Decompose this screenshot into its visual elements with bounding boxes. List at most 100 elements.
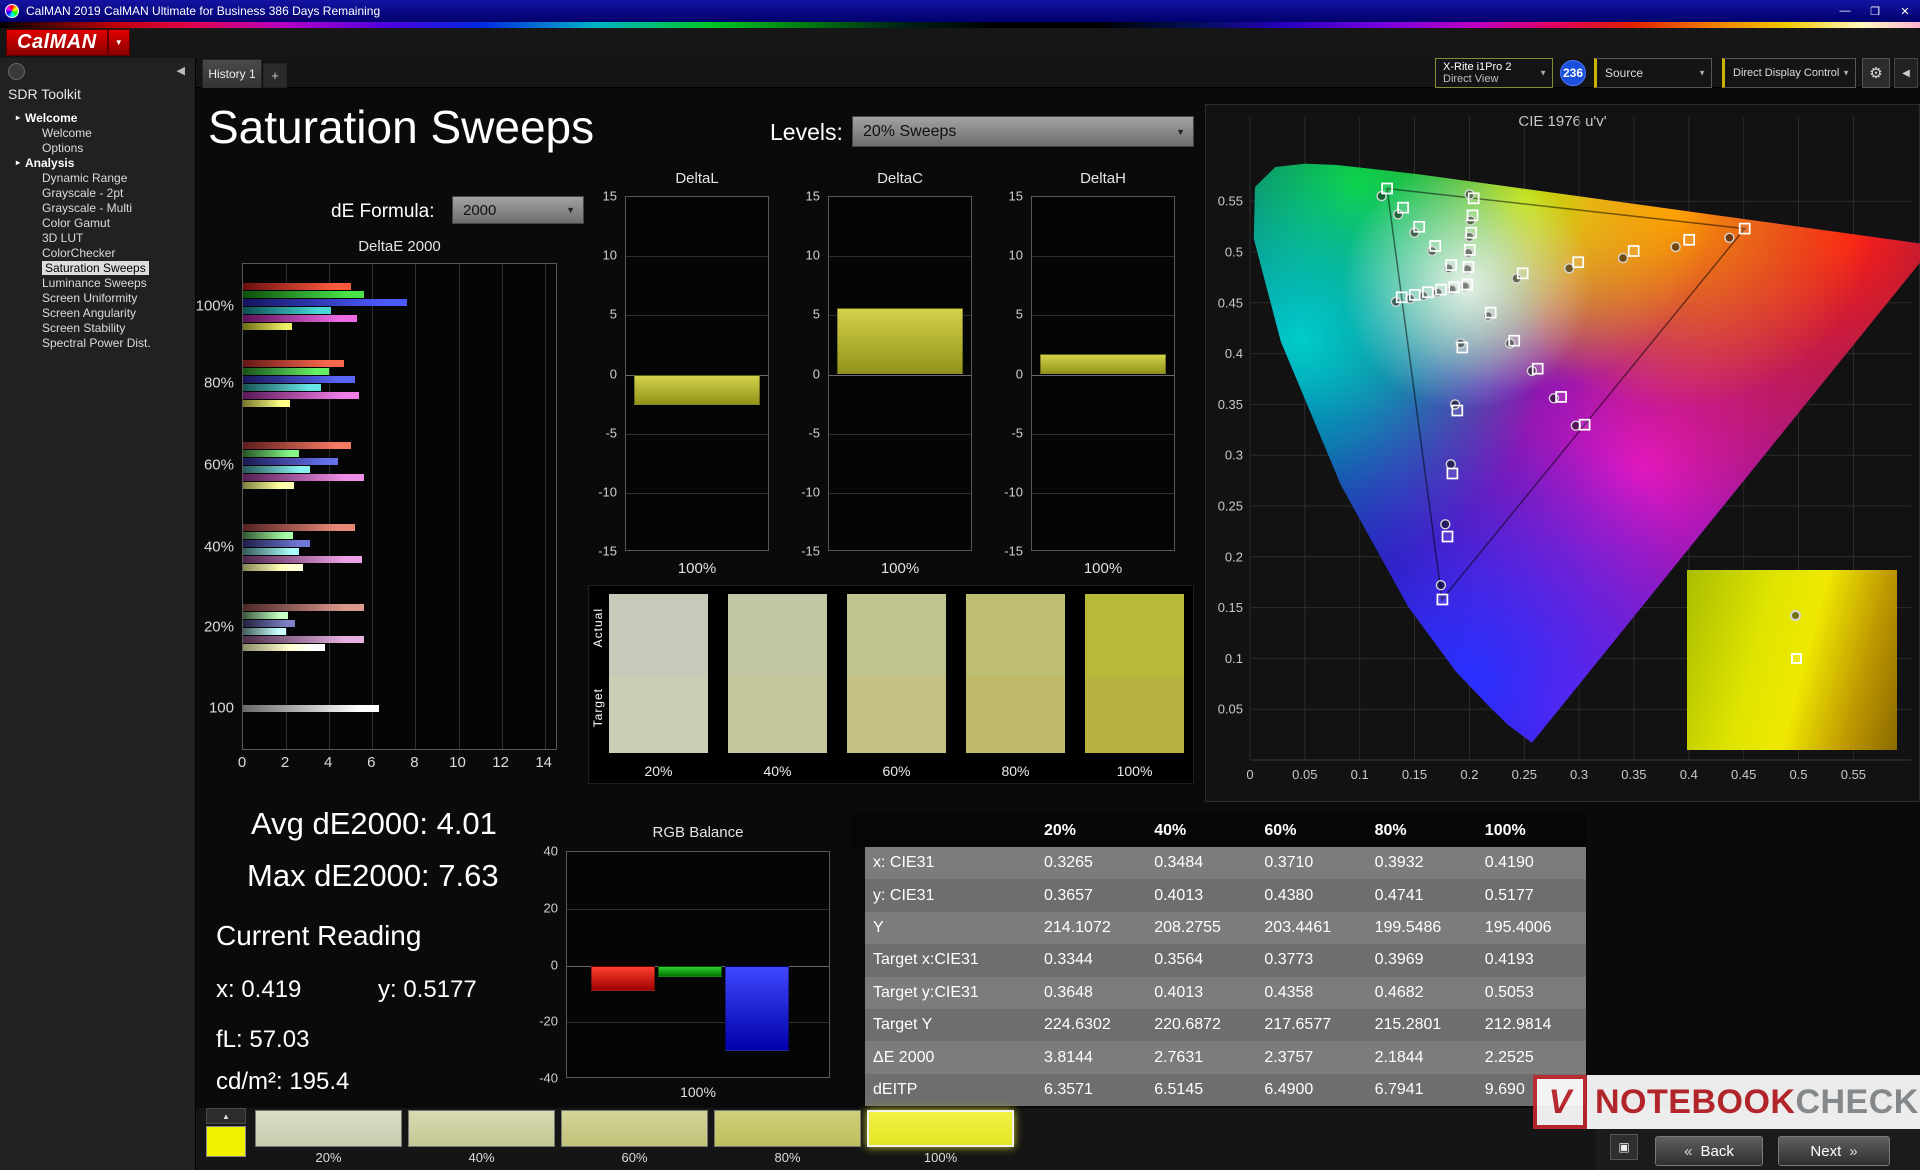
sidebar-item-color-gamut[interactable]: Color Gamut (0, 215, 195, 230)
sidebar-item-screen-angularity[interactable]: Screen Angularity (0, 305, 195, 320)
deltae-bar-yellow (243, 400, 290, 407)
meter-dropdown[interactable]: X-Rite i1Pro 2 Direct View ▼ (1435, 58, 1553, 88)
sidebar-item-screen-uniformity[interactable]: Screen Uniformity (0, 290, 195, 305)
cell-value: 6.3571 (1044, 1080, 1093, 1098)
gridline (829, 374, 971, 376)
deltae-bar-white (243, 705, 379, 712)
gridline (626, 433, 768, 435)
watermark-notebook: NOTEBOOK (1595, 1082, 1796, 1121)
sidebar-item-welcome[interactable]: Welcome (0, 125, 195, 140)
close-icon[interactable]: ✕ (1890, 0, 1920, 22)
cell-value: 220.6872 (1154, 1016, 1221, 1034)
patch-button-20[interactable]: 20% (255, 1110, 402, 1165)
watermark-text: NOTEBOOK CHECK (1587, 1075, 1920, 1129)
cell-value: 208.2755 (1154, 918, 1221, 936)
back-button[interactable]: « Back (1655, 1136, 1763, 1166)
actual-swatch (1085, 594, 1184, 677)
chevron-up-icon: ▲ (222, 1111, 230, 1121)
svg-text:0.1: 0.1 (1225, 651, 1243, 666)
axis-tick-label: 5 (1015, 306, 1023, 322)
sidebar-item-grayscale-multi[interactable]: Grayscale - Multi (0, 200, 195, 215)
sidebar-item-options[interactable]: Options (0, 140, 195, 155)
row-label: Target y:CIE31 (873, 983, 979, 1001)
gridline (829, 256, 971, 258)
svg-text:0.05: 0.05 (1218, 702, 1243, 717)
app-icon (5, 4, 19, 18)
row-strip (851, 1008, 865, 1042)
axis-tick-label: 20% (203, 618, 234, 636)
sidebar-item-colorchecker[interactable]: ColorChecker (0, 245, 195, 260)
measurement-count-badge[interactable]: 236 (1560, 60, 1586, 86)
chevron-left-icon: ◀ (176, 65, 185, 77)
chevron-down-icon: ▼ (1176, 126, 1185, 137)
deltae-bar-yellow (243, 323, 292, 330)
sidebar-item-spectral-power-dist[interactable]: Spectral Power Dist. (0, 335, 195, 350)
settings-button[interactable]: ⚙ (1862, 58, 1890, 88)
saturation-swatch-40: 40% (728, 594, 827, 779)
current-reading-label: Current Reading (216, 920, 422, 951)
maximize-icon[interactable]: ❐ (1860, 0, 1890, 22)
add-tab-button[interactable]: + (263, 63, 287, 88)
tab-history-1[interactable]: History 1 (202, 59, 262, 88)
axis-label: 100% (880, 560, 920, 577)
axis-tick-label: 0 (550, 957, 558, 972)
next-button[interactable]: Next » (1778, 1136, 1890, 1166)
axis-tick-label: -40 (539, 1070, 558, 1086)
sidebar-item-screen-stability[interactable]: Screen Stability (0, 320, 195, 335)
cie-target-point (1435, 283, 1447, 296)
sidebar-item-analysis[interactable]: ▸ Analysis (0, 155, 195, 170)
sidebar-item-3d-lut[interactable]: 3D LUT (0, 230, 195, 245)
source-dropdown[interactable]: Source ▼ (1594, 58, 1712, 88)
rgb-balance-y-axis: 40 20 0 -20 -40 (500, 0, 558, 1170)
axis-tick-label: 100 (208, 699, 234, 717)
cell-value: 0.4190 (1484, 854, 1534, 872)
cie-target-point (1446, 467, 1459, 480)
deltae-bar-yellow (243, 644, 326, 651)
cie-target-point (1436, 593, 1449, 606)
cell-value: 3.8144 (1044, 1048, 1093, 1066)
chart-title: DeltaL (675, 170, 719, 187)
levels-dropdown[interactable]: 20% Sweeps ▼ (852, 116, 1194, 147)
calman-logo-menu[interactable]: CalMAN ▼ (6, 29, 130, 56)
patch-swatch (255, 1110, 402, 1147)
sidebar-item-saturation-sweeps[interactable]: Saturation Sweeps (0, 260, 195, 275)
deltae-bar-blue (243, 458, 338, 465)
patch-button-100[interactable]: 100% (867, 1110, 1014, 1165)
window-controls: — ❐ ✕ (1830, 0, 1920, 22)
patch-button-60[interactable]: 60% (561, 1110, 708, 1165)
svg-text:0.35: 0.35 (1218, 397, 1243, 412)
patch-button-80[interactable]: 80% (714, 1110, 861, 1165)
workflow-menu-button[interactable] (8, 63, 25, 80)
deltae-bar-green (243, 450, 299, 457)
patch-button-40[interactable]: 40% (408, 1110, 555, 1165)
axis-label: 100% (1083, 560, 1123, 577)
sidebar-item-welcome[interactable]: ▸ Welcome (0, 110, 195, 125)
row-label: Target Y (873, 1016, 933, 1034)
deltae-bar-magenta (243, 392, 360, 399)
current-x: x: 0.419 (216, 976, 302, 1003)
target-swatch (609, 677, 708, 753)
deltae-bar-blue (243, 376, 356, 383)
sidebar-item-luminance-sweeps[interactable]: Luminance Sweeps (0, 275, 195, 290)
cell-value: 0.3932 (1374, 854, 1424, 872)
gear-icon: ⚙ (1869, 65, 1883, 82)
panel-collapse-button[interactable]: ◀ (1894, 58, 1918, 88)
axis-tick-label: -10 (1004, 484, 1023, 500)
axis-tick-label: 0 (1015, 366, 1023, 381)
sidebar-collapse-button[interactable]: ◀ (177, 64, 185, 77)
sidebar-item-dynamic-range[interactable]: Dynamic Range (0, 170, 195, 185)
patch-up-button[interactable]: ▲ (206, 1108, 246, 1124)
svg-text:0.5: 0.5 (1789, 767, 1807, 782)
gridline (458, 264, 460, 749)
saturation-swatch-20: 20% (609, 594, 708, 779)
deltae-bar-green (243, 291, 364, 298)
actual-swatch (966, 594, 1065, 677)
cell-value: 0.5177 (1484, 886, 1534, 904)
minimize-icon[interactable]: — (1830, 0, 1860, 22)
row-strip (851, 1073, 865, 1107)
display-control-dropdown[interactable]: Direct Display Control ▼ (1722, 58, 1856, 88)
sidebar-item-grayscale-2pt[interactable]: Grayscale - 2pt (0, 185, 195, 200)
axis-tick-label: 15 (1008, 188, 1023, 204)
svg-text:0.2: 0.2 (1225, 549, 1243, 564)
delta-bar (837, 308, 963, 375)
